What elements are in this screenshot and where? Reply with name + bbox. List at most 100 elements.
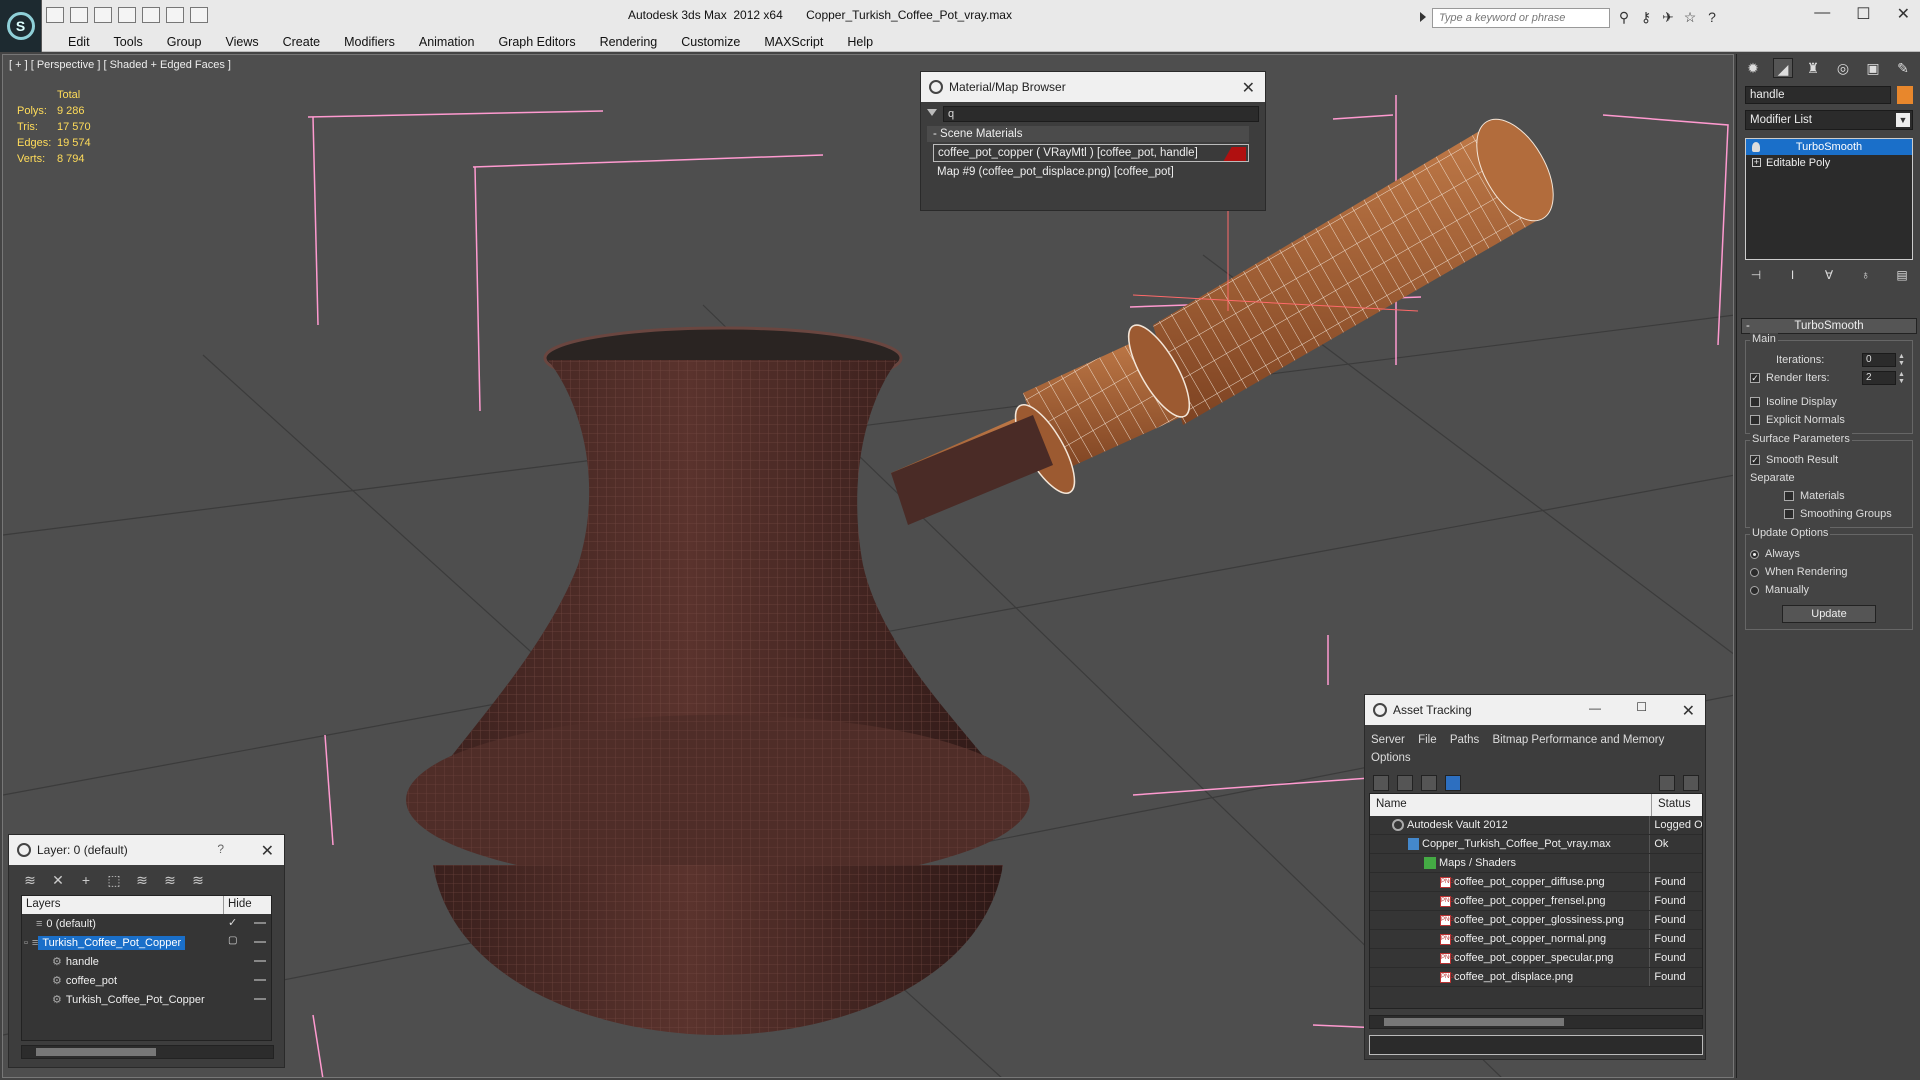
hide-all-icon[interactable]: ≋ — [161, 871, 179, 889]
stack-item-editable-poly[interactable]: + Editable Poly — [1746, 155, 1912, 171]
highlight-layer-icon[interactable]: ≋ — [133, 871, 151, 889]
layer-row[interactable]: ≡ 0 (default) ✓ — [22, 914, 271, 933]
search-expand-icon[interactable] — [1420, 12, 1426, 22]
new-file-icon[interactable] — [46, 7, 64, 23]
menu-tools[interactable]: Tools — [102, 32, 155, 51]
layer-row[interactable]: ▫ ≡ Turkish_Coffee_Pot_Copper ▢ — [22, 933, 271, 952]
layer-object-row[interactable]: ⚙ handle — [22, 952, 271, 971]
iterations-spinner[interactable]: 0 — [1862, 353, 1896, 367]
configure-modifier-sets-icon[interactable]: ▤ — [1895, 268, 1909, 282]
table-view-icon[interactable] — [1445, 775, 1461, 791]
layer-object-row[interactable]: ⚙ coffee_pot — [22, 971, 271, 990]
create-layer-icon[interactable]: ≋ — [21, 871, 39, 889]
freeze-all-icon[interactable]: ≋ — [189, 871, 207, 889]
help-icon[interactable]: ? — [217, 842, 224, 856]
smoothing-groups-checkbox[interactable] — [1784, 509, 1794, 519]
object-color-swatch[interactable] — [1897, 86, 1913, 104]
maximize-icon[interactable]: ☐ — [1856, 4, 1870, 24]
materials-checkbox[interactable] — [1784, 491, 1794, 501]
lightbulb-icon[interactable] — [1752, 142, 1760, 152]
maximize-icon[interactable]: ☐ — [1636, 700, 1647, 714]
menu-rendering[interactable]: Rendering — [588, 32, 670, 51]
show-end-result-icon[interactable]: I — [1786, 268, 1800, 282]
material-item[interactable]: Map #9 (coffee_pot_displace.png) [coffee… — [933, 164, 1249, 180]
menu-file[interactable]: File — [1418, 734, 1437, 746]
delete-layer-icon[interactable]: ✕ — [49, 871, 67, 889]
current-layer-box-icon[interactable]: ▢ — [228, 935, 237, 946]
layers-column-header[interactable]: Layers — [22, 896, 224, 914]
subscription-icon[interactable]: ⚷ — [1638, 9, 1654, 25]
rollout-header[interactable]: - TurboSmooth — [1741, 318, 1917, 334]
hide-toggle[interactable] — [254, 922, 266, 924]
status-column-header[interactable]: Status — [1652, 794, 1697, 816]
hide-toggle[interactable] — [254, 960, 266, 962]
menu-customize[interactable]: Customize — [669, 32, 752, 51]
stack-item-turbosmooth[interactable]: TurboSmooth — [1746, 139, 1912, 155]
menu-group[interactable]: Group — [155, 32, 214, 51]
isoline-display-checkbox[interactable] — [1750, 397, 1760, 407]
create-tab-icon[interactable]: ✹ — [1743, 58, 1763, 78]
layer-horizontal-scrollbar[interactable] — [21, 1045, 274, 1059]
thumbnail-view-icon[interactable] — [1421, 775, 1437, 791]
menu-modifiers[interactable]: Modifiers — [332, 32, 407, 51]
menu-paths[interactable]: Paths — [1450, 734, 1479, 746]
remove-modifier-icon[interactable]: ♁ — [1859, 268, 1873, 282]
minimize-icon[interactable]: — — [1589, 701, 1601, 715]
menu-maxscript[interactable]: MAXScript — [752, 32, 835, 51]
manually-radio[interactable] — [1750, 585, 1759, 595]
always-radio[interactable] — [1750, 549, 1759, 559]
select-objects-icon[interactable]: ⬚ — [105, 871, 123, 889]
filter-dropdown-icon[interactable] — [927, 109, 937, 116]
menu-animation[interactable]: Animation — [407, 32, 487, 51]
scroll-thumb[interactable] — [1384, 1018, 1564, 1026]
asset-row[interactable]: Maps / Shaders — [1370, 854, 1702, 873]
hide-column-header[interactable]: Hide — [224, 896, 256, 914]
material-browser-titlebar[interactable]: Material/Map Browser ✕ — [921, 72, 1265, 102]
menu-help[interactable]: Help — [835, 32, 885, 51]
asset-horizontal-scrollbar[interactable] — [1369, 1015, 1703, 1029]
material-item[interactable]: coffee_pot_copper ( VRayMtl ) [coffee_po… — [933, 144, 1249, 162]
asset-tracking-titlebar[interactable]: Asset Tracking — ☐ ✕ — [1365, 695, 1705, 725]
menu-edit[interactable]: Edit — [56, 32, 102, 51]
add-to-layer-icon[interactable]: + — [77, 871, 95, 889]
save-file-icon[interactable] — [94, 7, 112, 23]
minimize-icon[interactable]: — — [1814, 4, 1830, 24]
menu-bitmap-performance[interactable]: Bitmap Performance and Memory — [1492, 734, 1664, 746]
help-search-input[interactable]: Type a keyword or phrase — [1432, 8, 1610, 28]
display-tab-icon[interactable]: ▣ — [1863, 58, 1883, 78]
asset-row[interactable]: PNG coffee_pot_copper_glossiness.png Foun… — [1370, 911, 1702, 930]
modifier-list-dropdown[interactable]: Modifier List ▼ — [1745, 110, 1913, 130]
asset-row[interactable]: PNG coffee_pot_copper_specular.png Found — [1370, 949, 1702, 968]
redo-icon[interactable] — [142, 7, 160, 23]
hide-toggle[interactable] — [254, 979, 266, 981]
binoculars-icon[interactable]: ⚲ — [1616, 9, 1632, 25]
refresh-icon[interactable] — [1373, 775, 1389, 791]
menu-server[interactable]: Server — [1371, 734, 1405, 746]
help-icon[interactable] — [1659, 775, 1675, 791]
help-icon[interactable]: ? — [1704, 9, 1720, 25]
spinner-arrows-icon[interactable]: ▲ ▼ — [1898, 353, 1906, 367]
close-icon[interactable]: ✕ — [261, 841, 274, 861]
layer-expand-icon[interactable]: ▫ — [24, 937, 28, 949]
project-folder-icon[interactable] — [166, 7, 184, 23]
expand-icon[interactable]: + — [1752, 158, 1761, 167]
menu-graph-editors[interactable]: Graph Editors — [486, 32, 587, 51]
material-search-input[interactable]: q — [943, 106, 1259, 122]
hide-toggle[interactable] — [254, 998, 266, 1000]
open-file-icon[interactable] — [70, 7, 88, 23]
when-rendering-radio[interactable] — [1750, 567, 1759, 577]
close-icon[interactable]: ✕ — [1682, 701, 1695, 721]
scene-materials-group[interactable]: - Scene Materials — [927, 126, 1249, 142]
menu-options[interactable]: Options — [1371, 752, 1411, 764]
asset-row[interactable]: PNG coffee_pot_copper_diffuse.png Found — [1370, 873, 1702, 892]
smooth-result-checkbox[interactable]: ✓ — [1750, 455, 1760, 465]
settings-icon[interactable] — [1683, 775, 1699, 791]
modify-tab-icon[interactable]: ◢ — [1773, 58, 1793, 78]
explicit-normals-checkbox[interactable] — [1750, 415, 1760, 425]
asset-row[interactable]: Copper_Turkish_Coffee_Pot_vray.max Ok — [1370, 835, 1702, 854]
layer-manager-titlebar[interactable]: Layer: 0 (default) ? ✕ — [9, 835, 284, 865]
name-column-header[interactable]: Name — [1370, 794, 1652, 816]
undo-icon[interactable] — [118, 7, 136, 23]
pin-stack-icon[interactable]: ⊣ — [1749, 268, 1763, 282]
motion-tab-icon[interactable]: ◎ — [1833, 58, 1853, 78]
